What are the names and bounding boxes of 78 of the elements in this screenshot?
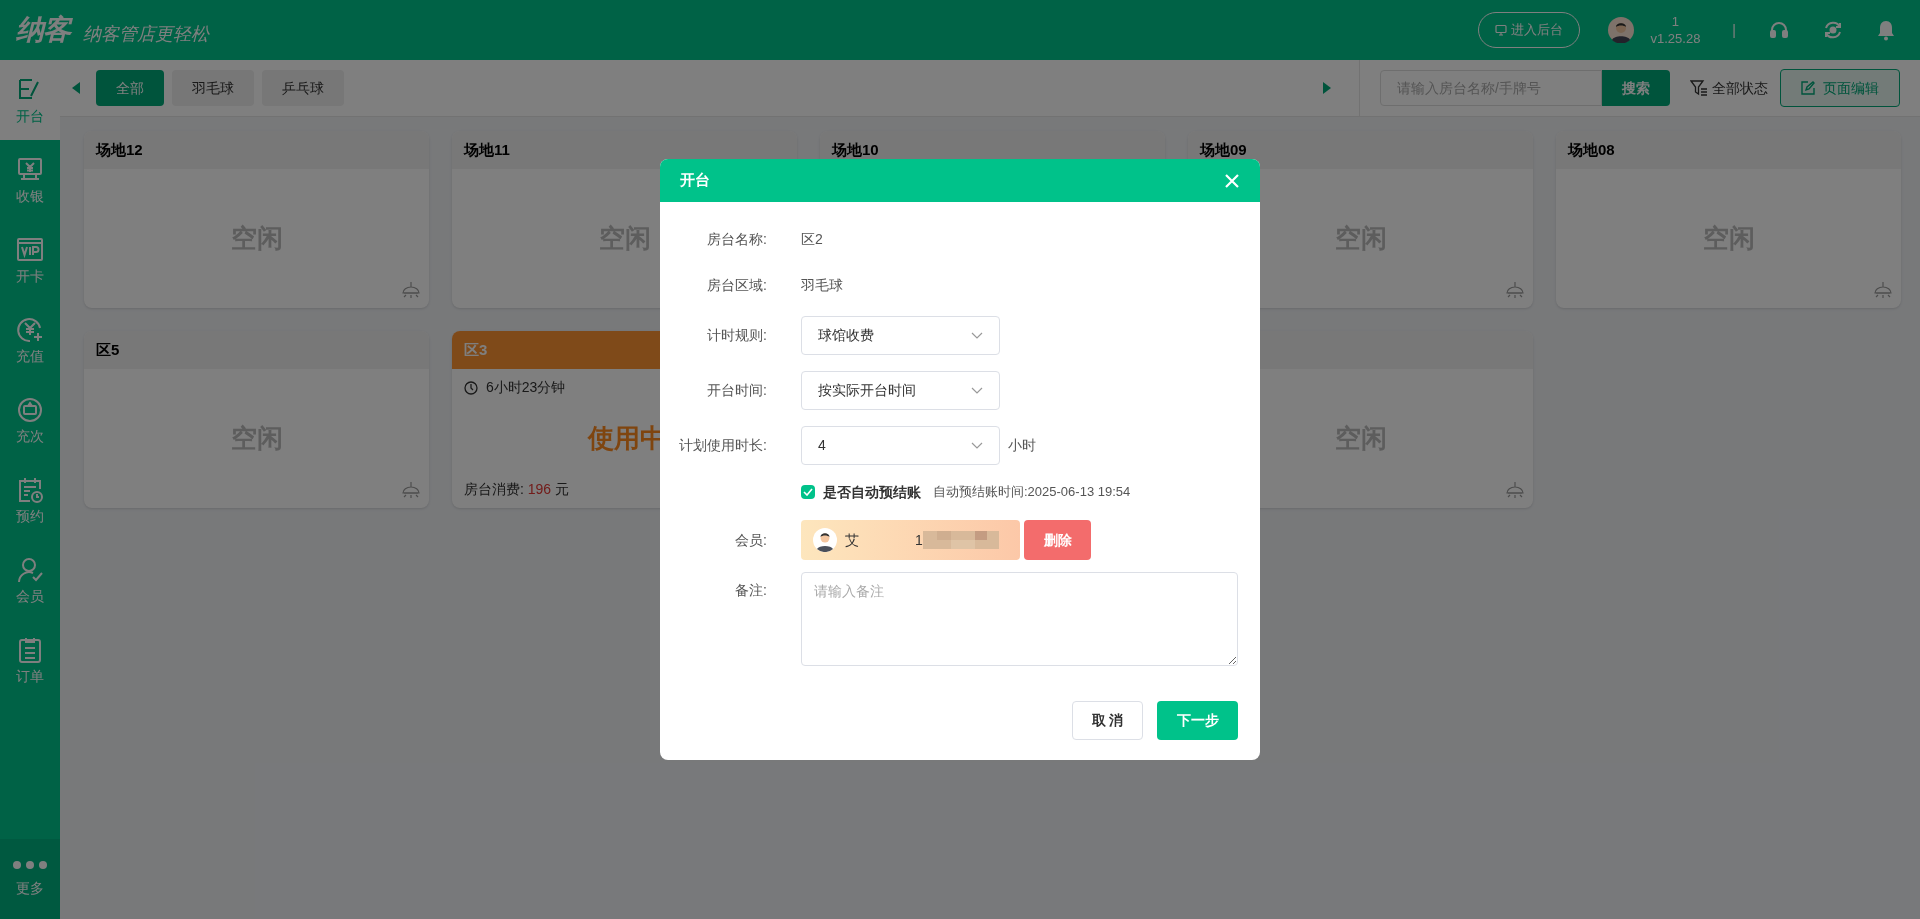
notification-bell-icon[interactable] (1876, 19, 1896, 41)
sidebar-item[interactable]: 充值 (0, 300, 60, 380)
field-label: 备注: (735, 582, 767, 598)
user-name: 1 (1671, 13, 1680, 30)
dots-icon (10, 859, 50, 870)
card-title: 场地08 (1568, 139, 1615, 160)
member-phone: 1 (915, 530, 923, 550)
card-title: 场地11 (464, 139, 510, 160)
field-label: 会员: (735, 531, 767, 548)
status-filter[interactable]: 全部状态 (1690, 77, 1768, 99)
scroll-right-icon[interactable] (1323, 82, 1331, 94)
sidebar-item[interactable]: 会员 (0, 540, 60, 620)
field-label: 房台名称: (707, 230, 767, 247)
field-label: 房台区域: (707, 276, 767, 293)
search-button[interactable]: 搜索 (1602, 70, 1670, 106)
card-title: 场地09 (1200, 139, 1247, 160)
auto-settle-time: 自动预结账时间:2025-06-13 19:54 (933, 483, 1131, 502)
monitor-icon (1495, 24, 1508, 36)
sync-icon[interactable] (1822, 19, 1844, 41)
user-avatar[interactable] (1608, 17, 1635, 43)
field-value: 羽毛球 (801, 275, 843, 295)
lamp-icon (401, 482, 421, 500)
sidebar-item[interactable]: 开卡 (0, 220, 60, 300)
vip-card-icon (16, 236, 44, 264)
page-edit-button[interactable]: 页面编辑 (1780, 69, 1900, 107)
filter-icon (1690, 80, 1708, 96)
unit-label: 小时 (1008, 436, 1036, 455)
category-tab[interactable]: 乒乓球 (262, 70, 344, 106)
more-button[interactable]: 更多 (0, 839, 60, 919)
sidebar-item[interactable]: 订单 (0, 620, 60, 700)
close-button[interactable] (1224, 172, 1240, 189)
calendar-clock-icon (16, 476, 44, 504)
checkbox[interactable] (801, 485, 815, 499)
next-button[interactable]: 下一步 (1157, 701, 1238, 740)
checkbox-label: 是否自动预结账 (823, 482, 921, 502)
scroll-left-icon[interactable] (72, 82, 80, 94)
dialog-title: 开台 (680, 170, 710, 191)
version-label: v1.25.28 (1650, 30, 1701, 47)
category-tab[interactable]: 羽毛球 (172, 70, 254, 106)
ticket-icon (16, 396, 44, 424)
cancel-button[interactable]: 取 消 (1072, 701, 1143, 740)
card-title: 区5 (96, 339, 120, 360)
select-field[interactable]: 4 (801, 426, 1000, 465)
logo-text: 纳客 (16, 12, 71, 48)
field-label: 计划使用时长: (679, 437, 767, 453)
coin-plus-icon (16, 316, 44, 344)
consumption-text: 房台消费: 196 元 (464, 480, 571, 499)
headset-icon[interactable] (1768, 19, 1790, 41)
lamp-icon (1873, 282, 1893, 300)
lamp-icon (401, 282, 421, 300)
chevron-down-icon (971, 441, 983, 450)
category-tab[interactable]: 全部 (96, 70, 164, 106)
sidebar-item[interactable]: 开台 (0, 60, 60, 140)
sidebar-item[interactable]: 充次 (0, 380, 60, 460)
slogan: 纳客管店更轻松 (82, 22, 209, 46)
chevron-down-icon (971, 331, 983, 340)
sidebar-item[interactable]: 预约 (0, 460, 60, 540)
person-check-icon (16, 556, 44, 584)
chevron-down-icon (971, 386, 983, 395)
card-title: 区3 (464, 339, 488, 360)
usage-duration: 6小时23分钟 (486, 378, 566, 397)
card-title: 场地10 (832, 139, 879, 160)
delete-button[interactable]: 删除 (1024, 520, 1091, 560)
sidebar-item[interactable]: 收银 (0, 140, 60, 220)
remark-field[interactable]: 请输入备注 (801, 572, 1238, 666)
separator: | (1732, 20, 1736, 40)
lamp-icon (1505, 282, 1525, 300)
field-value: 区2 (801, 229, 823, 249)
clipboard-icon (16, 636, 44, 664)
clock-icon (464, 380, 478, 395)
member-avatar (813, 528, 837, 552)
field-label: 开台时间: (707, 382, 767, 398)
select-field[interactable]: 球馆收费 (801, 316, 1000, 355)
card-title: 场地12 (96, 139, 143, 160)
edit-icon (1801, 81, 1815, 95)
member-name: 艾 (845, 530, 859, 550)
select-field[interactable]: 按实际开台时间 (801, 371, 1000, 410)
lamp-icon (1505, 482, 1525, 500)
